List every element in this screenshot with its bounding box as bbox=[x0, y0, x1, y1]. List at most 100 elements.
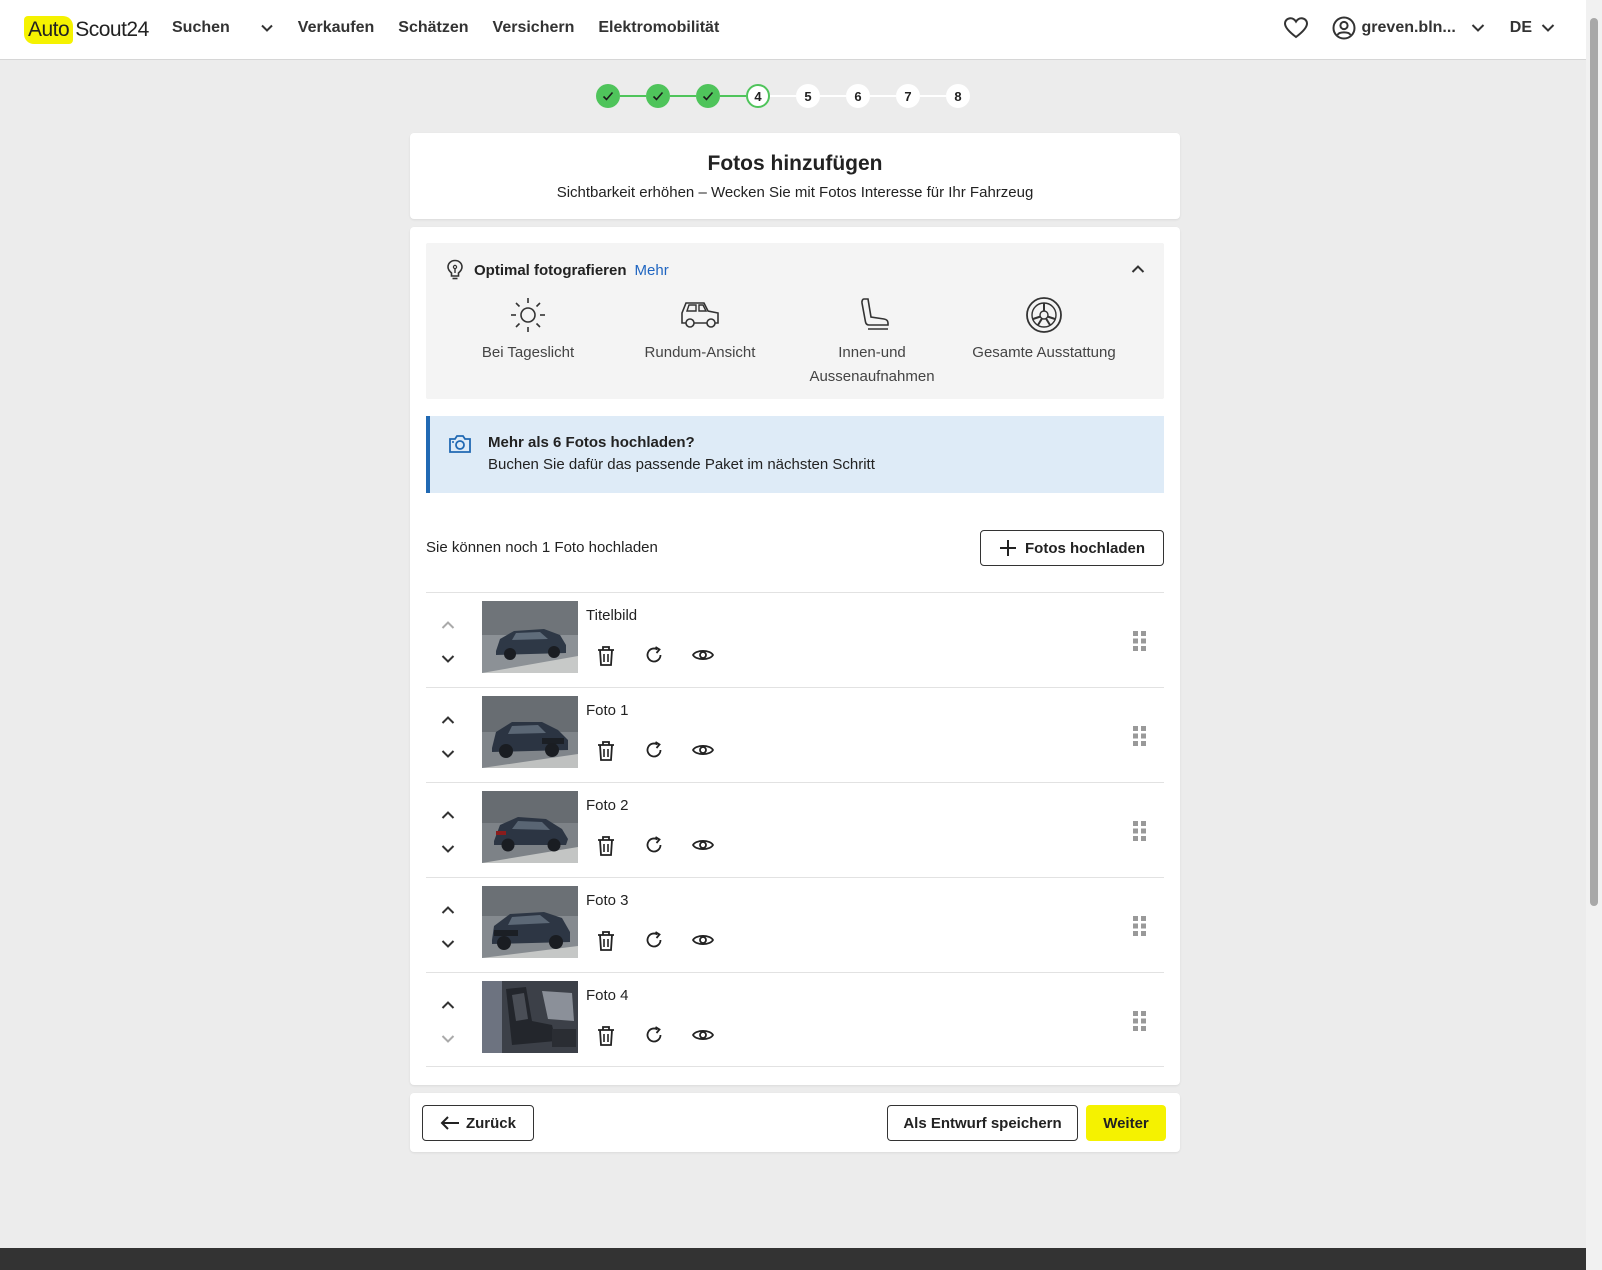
photo-thumbnail[interactable] bbox=[482, 791, 578, 863]
eye-icon bbox=[691, 934, 715, 946]
photo-thumbnail[interactable] bbox=[482, 886, 578, 958]
eye-icon bbox=[691, 1029, 715, 1041]
scrollbar-thumb[interactable] bbox=[1590, 18, 1598, 906]
page-title: Fotos hinzufügen bbox=[707, 152, 883, 175]
step-7: 7 bbox=[896, 84, 920, 108]
back-button[interactable]: Zurück bbox=[422, 1105, 534, 1141]
title-card: Fotos hinzufügen Sichtbarkeit erhöhen – … bbox=[410, 133, 1180, 219]
nav-item-schaetzen[interactable]: Schätzen bbox=[398, 19, 468, 37]
chevron-down-icon bbox=[441, 940, 455, 948]
drag-grid-icon bbox=[1133, 1011, 1146, 1031]
drag-handle[interactable] bbox=[1132, 1010, 1148, 1037]
rotate-icon bbox=[646, 931, 662, 948]
photo-thumbnail[interactable] bbox=[482, 601, 578, 673]
move-down-button[interactable] bbox=[440, 936, 456, 957]
car-photo-image bbox=[482, 696, 578, 768]
info-box-text: Buchen Sie dafür das passende Paket im n… bbox=[488, 456, 875, 473]
top-navigation-bar: Auto Scout24 Suchen Verkaufen Schätzen Ve… bbox=[0, 0, 1586, 60]
remaining-photos-text: Sie können noch 1 Foto hochladen bbox=[426, 539, 658, 556]
drag-grid-icon bbox=[1133, 916, 1146, 936]
heart-icon bbox=[1283, 17, 1308, 39]
chevron-up-icon bbox=[441, 621, 455, 629]
page: Auto Scout24 Suchen Verkaufen Schätzen Ve… bbox=[0, 0, 1586, 1270]
collapse-tips-button[interactable] bbox=[1130, 261, 1146, 282]
move-down-button[interactable] bbox=[440, 841, 456, 862]
language-selector[interactable]: DE bbox=[1510, 19, 1556, 37]
photo-thumbnail[interactable] bbox=[482, 981, 578, 1053]
autoscout24-logo[interactable]: Auto Scout24 bbox=[24, 16, 149, 44]
nav-item-verkaufen[interactable]: Verkaufen bbox=[298, 19, 374, 37]
eye-icon bbox=[691, 744, 715, 756]
nav-item-versichern[interactable]: Versichern bbox=[493, 19, 575, 37]
preview-photo-button[interactable] bbox=[691, 740, 740, 767]
nav-item-elektromobilitaet[interactable]: Elektromobilität bbox=[598, 19, 719, 37]
user-name: greven.bln... bbox=[1361, 19, 1456, 36]
favorites-button[interactable] bbox=[1283, 17, 1308, 39]
move-up-button[interactable] bbox=[440, 807, 456, 828]
drag-handle[interactable] bbox=[1132, 725, 1148, 752]
main-nav: Suchen Verkaufen Schätzen Versichern Ele… bbox=[172, 19, 743, 37]
page-scrollbar[interactable] bbox=[1586, 0, 1602, 1270]
move-up-button[interactable] bbox=[440, 902, 456, 923]
preview-photo-button[interactable] bbox=[691, 835, 740, 862]
tip-interior-exterior: Innen-und Aussenaufnahmen bbox=[787, 295, 957, 389]
move-up-button[interactable] bbox=[440, 997, 456, 1018]
checkmark-icon bbox=[652, 91, 664, 101]
nav-item-suchen[interactable]: Suchen bbox=[172, 19, 274, 37]
delete-photo-button[interactable] bbox=[596, 645, 644, 672]
rotate-photo-button[interactable] bbox=[644, 930, 692, 957]
save-draft-button[interactable]: Als Entwurf speichern bbox=[887, 1105, 1078, 1141]
photo-row: Titelbild bbox=[426, 592, 1164, 687]
photo-label: Titelbild bbox=[586, 607, 638, 624]
user-nav: greven.bln... DE bbox=[1260, 16, 1556, 40]
rotate-photo-button[interactable] bbox=[644, 1025, 692, 1052]
tip-label: Gesamte Ausstattung bbox=[972, 344, 1116, 361]
eye-icon bbox=[691, 649, 715, 661]
photo-label: Foto 2 bbox=[586, 797, 629, 814]
tip-equipment: Gesamte Ausstattung bbox=[959, 295, 1129, 365]
rotate-icon bbox=[646, 646, 662, 663]
photo-thumbnail[interactable] bbox=[482, 696, 578, 768]
photos-card: Optimal fotografieren Mehr Bei Tageslich… bbox=[410, 227, 1180, 1085]
preview-photo-button[interactable] bbox=[691, 930, 740, 957]
photo-actions bbox=[596, 1025, 740, 1052]
language-label: DE bbox=[1509, 19, 1532, 36]
drag-handle[interactable] bbox=[1132, 820, 1148, 847]
preview-photo-button[interactable] bbox=[691, 1025, 740, 1052]
rotate-photo-button[interactable] bbox=[644, 645, 692, 672]
drag-grid-icon bbox=[1133, 821, 1146, 841]
chevron-down-icon bbox=[261, 24, 273, 32]
move-up-button[interactable] bbox=[440, 712, 456, 733]
move-down-button[interactable] bbox=[440, 746, 456, 767]
tips-more-link[interactable]: Mehr bbox=[635, 262, 669, 279]
car-photo-image bbox=[482, 791, 578, 863]
move-down-button[interactable] bbox=[440, 1031, 456, 1052]
upload-photos-button[interactable]: Fotos hochladen bbox=[980, 530, 1164, 566]
step-connector bbox=[720, 95, 746, 97]
trash-icon bbox=[598, 931, 614, 951]
rotate-photo-button[interactable] bbox=[644, 740, 692, 767]
delete-photo-button[interactable] bbox=[596, 1025, 644, 1052]
upload-row: Sie können noch 1 Foto hochladen Fotos h… bbox=[426, 530, 1164, 566]
delete-photo-button[interactable] bbox=[596, 835, 644, 862]
preview-photo-button[interactable] bbox=[691, 645, 740, 672]
checkmark-icon bbox=[702, 91, 714, 101]
delete-photo-button[interactable] bbox=[596, 930, 644, 957]
drag-handle[interactable] bbox=[1132, 915, 1148, 942]
rotate-icon bbox=[646, 741, 662, 758]
chevron-down-icon bbox=[1541, 24, 1555, 32]
drag-handle[interactable] bbox=[1132, 630, 1148, 657]
next-button[interactable]: Weiter bbox=[1086, 1105, 1166, 1141]
rotate-photo-button[interactable] bbox=[644, 835, 692, 862]
page-footer bbox=[0, 1248, 1586, 1270]
sun-icon bbox=[511, 298, 545, 332]
tip-all-around: Rundum-Ansicht bbox=[615, 295, 785, 365]
photo-actions bbox=[596, 930, 740, 957]
delete-photo-button[interactable] bbox=[596, 740, 644, 767]
drag-grid-icon bbox=[1133, 726, 1146, 746]
tip-label: Bei Tageslicht bbox=[481, 344, 575, 361]
user-menu-button[interactable]: greven.bln... bbox=[1332, 16, 1486, 40]
chevron-down-icon bbox=[441, 845, 455, 853]
move-down-button[interactable] bbox=[440, 651, 456, 672]
move-up-button[interactable] bbox=[440, 617, 456, 638]
